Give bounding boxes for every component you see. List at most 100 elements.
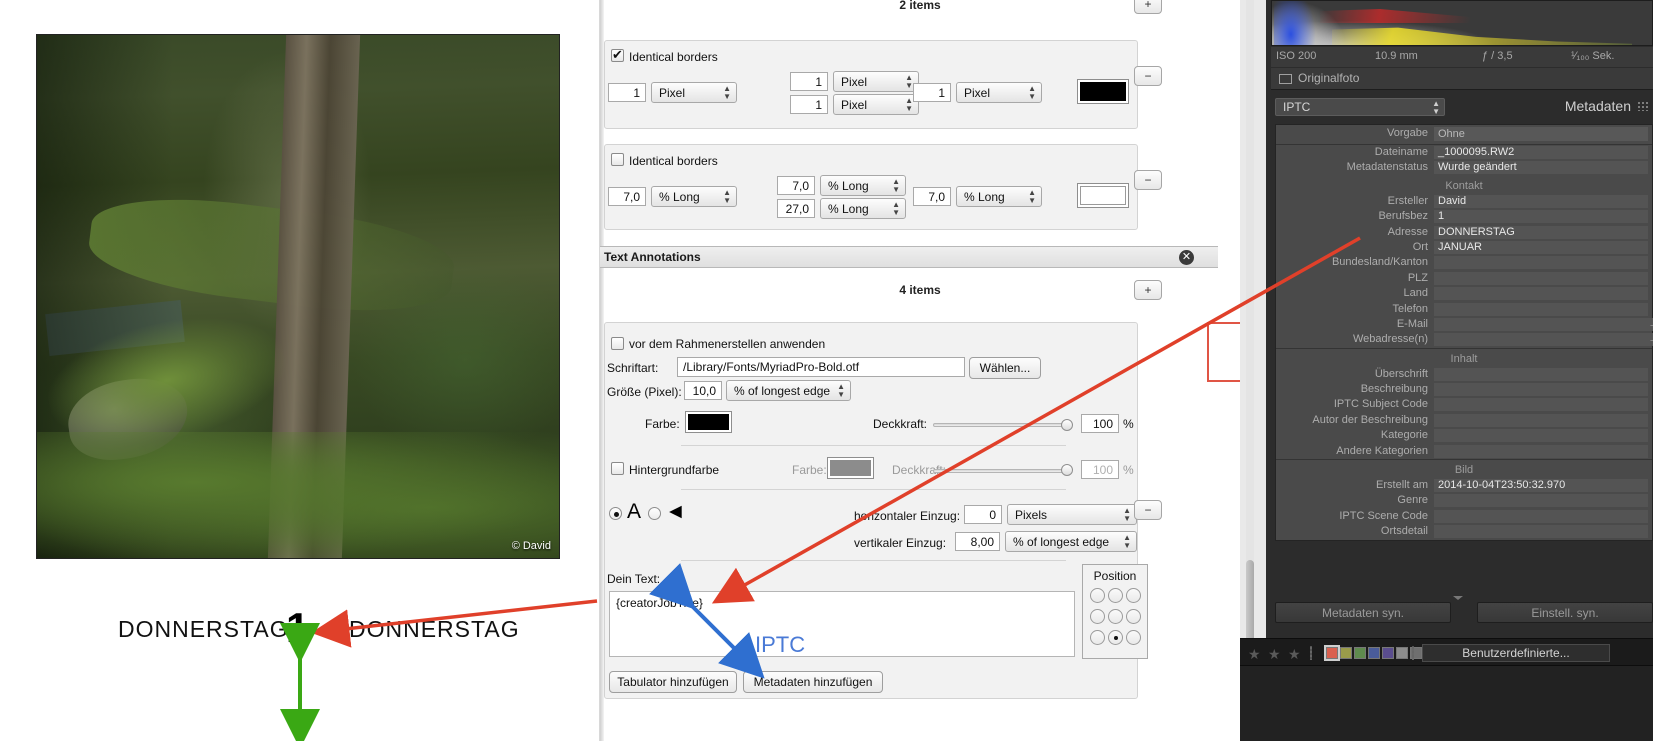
border-bottom-value-2[interactable]: 27,0 <box>777 199 815 218</box>
color-label-chip-0[interactable] <box>1324 645 1340 661</box>
close-icon[interactable]: ✕ <box>1179 250 1194 265</box>
metadata-row-value[interactable]: JANUAR <box>1434 240 1648 254</box>
background-color-checkbox[interactable] <box>611 462 624 475</box>
metadata-row[interactable]: Telefon <box>1276 302 1652 317</box>
add-tab-button[interactable]: Tabulator hinzufügen <box>609 671 737 693</box>
vertical-inset-value[interactable]: 8,00 <box>955 532 1000 551</box>
rating-star-1[interactable]: ★ <box>1248 646 1261 663</box>
border-top-value-1[interactable]: 1 <box>790 72 828 91</box>
metadata-row[interactable]: IPTC Scene Code <box>1276 509 1652 524</box>
mode-text-radio[interactable] <box>609 507 622 520</box>
color-label-chip-1[interactable] <box>1340 647 1352 659</box>
position-dot-2[interactable] <box>1126 588 1141 603</box>
metadata-row-value[interactable] <box>1434 444 1648 458</box>
border-top-unit-2[interactable]: % Long ▲ ▼ <box>820 175 906 196</box>
border-color-swatch-2[interactable] <box>1077 183 1129 208</box>
metadata-row-value[interactable] <box>1434 302 1648 316</box>
vertical-inset-unit[interactable]: % of longest edge ▲ ▼ <box>1005 531 1137 552</box>
metadata-row[interactable]: E-Mail → <box>1276 317 1653 332</box>
metadata-row[interactable]: Kategorie <box>1276 428 1652 443</box>
metadata-row-value[interactable]: 2014-10-04T23:50:32.970 <box>1434 479 1648 493</box>
metadata-row-value[interactable] <box>1434 494 1648 508</box>
metadata-row-value[interactable] <box>1434 383 1648 397</box>
metadata-row[interactable]: Autor der Beschreibung <box>1276 413 1652 428</box>
position-dot-3[interactable] <box>1090 609 1105 624</box>
metadata-row-value[interactable]: David <box>1434 194 1648 208</box>
position-dot-8[interactable] <box>1126 630 1141 645</box>
custom-filter-button[interactable]: Benutzerdefinierte... <box>1422 644 1610 662</box>
rating-star-2[interactable]: ★ <box>1268 646 1281 663</box>
metadata-preset-row[interactable]: Vorgabe Ohne <box>1276 125 1652 144</box>
position-dot-7[interactable] <box>1108 630 1123 645</box>
position-dot-4[interactable] <box>1108 609 1123 624</box>
metadata-row[interactable]: Ortsdetail <box>1276 524 1652 539</box>
metadata-row[interactable]: Genre <box>1276 493 1652 508</box>
position-dot-1[interactable] <box>1108 588 1123 603</box>
border-bottom-value-1[interactable]: 1 <box>790 95 828 114</box>
metadata-row[interactable]: Adresse DONNERSTAG <box>1276 225 1652 240</box>
metadata-row-value[interactable] <box>1434 509 1648 523</box>
borders-remove-button-2[interactable]: − <box>1134 170 1162 190</box>
opacity-slider-track[interactable] <box>933 423 1068 427</box>
border-left-value-2[interactable]: 7,0 <box>608 187 646 206</box>
metadata-row[interactable]: Ort JANUAR <box>1276 240 1652 255</box>
text-annotations-remove-button[interactable]: − <box>1134 500 1162 520</box>
text-annotations-header[interactable]: Text Annotations ✕ <box>600 246 1218 268</box>
color-label-chip-4[interactable] <box>1382 647 1394 659</box>
mode-shape-radio[interactable] <box>648 507 661 520</box>
photo-preview[interactable]: © David <box>36 34 560 559</box>
metadata-row-value[interactable] <box>1434 256 1648 270</box>
metadata-row[interactable]: Erstellt am 2014-10-04T23:50:32.970 <box>1276 478 1652 493</box>
position-selector[interactable]: Position <box>1082 564 1148 659</box>
metadata-row-value[interactable]: _1000095.RW2 <box>1434 146 1648 159</box>
font-path-input[interactable]: /Library/Fonts/MyriadPro-Bold.otf <box>677 357 965 377</box>
metadata-row-value[interactable] <box>1434 317 1648 331</box>
metadata-row-value[interactable] <box>1434 271 1648 285</box>
opacity-value-input[interactable]: 100 <box>1081 414 1119 433</box>
metadata-preset-select[interactable]: IPTC ▲ ▼ <box>1275 98 1445 116</box>
background-color-swatch[interactable] <box>827 457 874 479</box>
border-right-unit-2[interactable]: % Long ▲ ▼ <box>956 186 1042 207</box>
size-value-input[interactable]: 10,0 <box>684 381 722 400</box>
border-bottom-unit-1[interactable]: Pixel ▲ ▼ <box>833 94 919 115</box>
metadata-row-more-icon[interactable]: → <box>1648 317 1653 331</box>
borders-add-button[interactable]: + <box>1134 0 1162 14</box>
identical-borders-checkbox-2[interactable] <box>611 153 624 166</box>
metadata-row[interactable]: Berufsbez 1 <box>1276 209 1652 224</box>
metadata-row[interactable]: Beschreibung <box>1276 382 1652 397</box>
lightroom-scrollbar[interactable] <box>1246 0 1254 741</box>
metadata-row-value[interactable] <box>1434 398 1648 412</box>
background-opacity-slider-track[interactable] <box>933 469 1068 473</box>
border-color-swatch-1[interactable] <box>1077 79 1129 104</box>
apply-before-frame-checkbox[interactable] <box>611 337 624 350</box>
metadata-row-value[interactable] <box>1434 287 1648 301</box>
border-left-unit-1[interactable]: Pixel ▲ ▼ <box>651 82 737 103</box>
size-unit-select[interactable]: % of longest edge ▲ ▼ <box>726 380 851 401</box>
border-right-value-2[interactable]: 7,0 <box>913 187 951 206</box>
metadata-row[interactable]: Ersteller David <box>1276 194 1652 209</box>
choose-font-button[interactable]: Wählen... <box>969 357 1041 379</box>
text-color-swatch[interactable] <box>685 411 732 433</box>
border-left-unit-2[interactable]: % Long ▲ ▼ <box>651 186 737 207</box>
sync-settings-button[interactable]: Einstell. syn. <box>1477 602 1653 623</box>
panel-caret-icon[interactable] <box>1453 596 1463 600</box>
metadata-row-value[interactable] <box>1434 413 1648 427</box>
position-dot-0[interactable] <box>1090 588 1105 603</box>
horizontal-inset-unit[interactable]: Pixels ▲ ▼ <box>1007 504 1137 525</box>
metadata-row-value[interactable] <box>1434 525 1648 539</box>
your-text-input[interactable]: {creatorJobTitle} <box>609 591 1075 657</box>
identical-borders-checkbox-1[interactable] <box>611 47 624 63</box>
metadata-row[interactable]: Andere Kategorien <box>1276 444 1652 459</box>
text-annotations-add-button[interactable]: + <box>1134 280 1162 300</box>
border-right-value-1[interactable]: 1 <box>913 83 951 102</box>
metadata-row[interactable]: Überschrift <box>1276 367 1652 382</box>
metadata-row[interactable]: Bundesland/Kanton <box>1276 255 1652 270</box>
border-top-value-2[interactable]: 7,0 <box>777 176 815 195</box>
position-dot-5[interactable] <box>1126 609 1141 624</box>
background-opacity-slider-knob[interactable] <box>1061 464 1073 476</box>
rating-star-3[interactable]: ★ <box>1288 646 1301 663</box>
metadata-row-value[interactable] <box>1434 333 1648 347</box>
metadata-row-value[interactable]: DONNERSTAG <box>1434 225 1648 239</box>
metadata-row-value[interactable]: 1 <box>1434 210 1648 224</box>
metadata-row-value[interactable]: Wurde geändert <box>1434 161 1648 175</box>
